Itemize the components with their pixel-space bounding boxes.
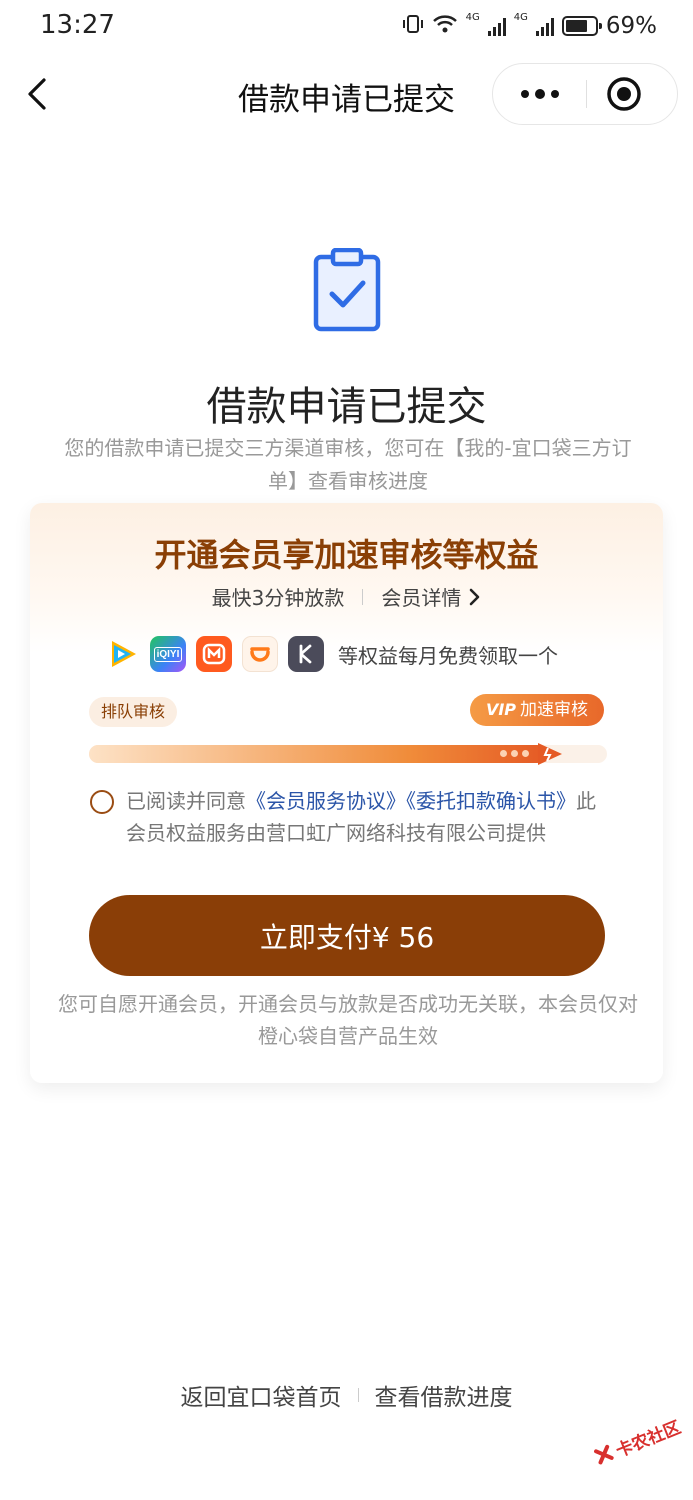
view-loan-progress-link[interactable]: 查看借款进度: [375, 1378, 513, 1412]
lightning-arrow-icon: [536, 741, 564, 767]
wifi-icon: [432, 13, 458, 39]
status-icons: 4G 4G 69%: [402, 12, 657, 40]
success-title: 借款申请已提交: [206, 384, 487, 430]
vibrate-icon: [402, 13, 424, 39]
iqiyi-label: iQIYI: [153, 646, 183, 662]
queue-review-tag: 排队审核: [89, 697, 178, 727]
keep-icon: [288, 636, 324, 672]
close-miniprogram-button[interactable]: [606, 76, 642, 112]
status-bar: 13:27 4G 4G 69%: [0, 0, 693, 52]
signal-icon-2: [535, 16, 554, 36]
review-progress-fill: [89, 745, 546, 763]
iqiyi-icon: iQIYI: [150, 636, 186, 672]
agreement-text: 已阅读并同意《会员服务协议》《委托扣款确认书》此会员权益服务由营口虹广网络科技有…: [90, 785, 610, 849]
status-time: 13:27: [40, 10, 115, 40]
member-details-label: 会员详情: [381, 586, 462, 610]
network-label-2: 4G: [513, 12, 528, 23]
pay-now-button[interactable]: 立即支付¥ 56: [89, 895, 605, 976]
benefit-apps-row: iQIYI 等权益每月免费领取一个: [104, 636, 558, 672]
watermark-logo-icon: [594, 1444, 614, 1465]
membership-title: 开通会员享加速审核等权益: [154, 536, 539, 574]
membership-subtitle: 最快3分钟放款 会员详情: [0, 582, 693, 611]
tencent-video-icon: [104, 636, 140, 672]
more-button[interactable]: [493, 64, 586, 124]
member-service-agreement-link[interactable]: 《会员服务协议》: [246, 789, 406, 813]
battery-icon: [561, 16, 602, 36]
watermark: 卡农社区: [588, 1403, 692, 1476]
member-details-link[interactable]: 会员详情: [381, 582, 481, 611]
vip-mark: VIP: [485, 700, 517, 719]
capsule-divider: [586, 80, 587, 108]
back-to-home-link[interactable]: 返回宜口袋首页: [181, 1378, 342, 1412]
bottom-divider: [357, 1388, 359, 1402]
benefits-description: 等权益每月免费领取一个: [338, 643, 558, 668]
subtitle-divider: [362, 588, 364, 605]
target-close-icon: [607, 77, 641, 111]
chevron-right-icon: [470, 588, 480, 605]
bottom-links: 返回宜口袋首页 查看借款进度: [0, 1378, 693, 1412]
battery-percent: 69%: [605, 13, 657, 39]
network-label-1: 4G: [465, 12, 480, 23]
debit-authorization-link[interactable]: 《委托扣款确认书》: [406, 789, 576, 813]
membership-disclaimer: 您可自愿开通会员，开通会员与放款是否成功无关联，本会员仅对橙心袋自营产品生效: [58, 992, 638, 1048]
miniprogram-capsule: [492, 63, 678, 125]
agreement-checkbox[interactable]: [90, 790, 114, 814]
agreement-prefix: 已阅读并同意: [126, 789, 246, 813]
didi-icon: [242, 636, 278, 672]
watermark-text: 卡农社区: [613, 1417, 684, 1462]
mango-tv-icon: [196, 636, 232, 672]
signal-icon-1: [487, 16, 506, 36]
chevron-left-icon: [28, 78, 46, 110]
vip-express-label: 加速审核: [520, 700, 589, 720]
clipboard-check-icon: [313, 247, 381, 332]
success-description: 您的借款申请已提交三方渠道审核，您可在【我的-宜口袋三方订单】查看审核进度: [64, 436, 632, 493]
back-button[interactable]: [22, 74, 62, 114]
vip-express-tag: VIP 加速审核: [470, 694, 604, 726]
fastest-loan-text: 最快3分钟放款: [211, 586, 345, 610]
progress-dots: [500, 750, 529, 757]
